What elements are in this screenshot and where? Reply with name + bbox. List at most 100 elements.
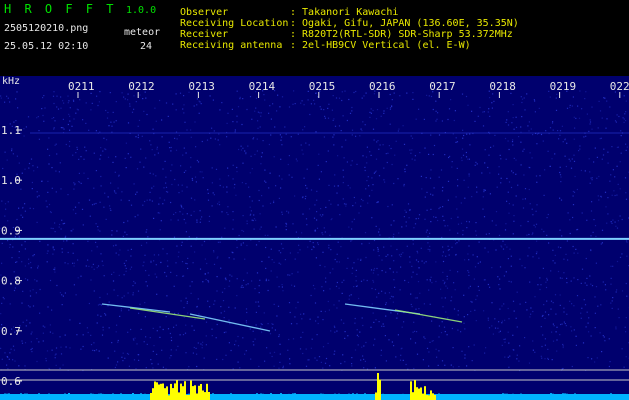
activity-bar: [402, 393, 404, 400]
noise-speck: [520, 164, 522, 166]
noise-speck: [7, 368, 9, 370]
noise-speck: [433, 187, 435, 189]
noise-speck: [432, 194, 434, 196]
noise-speck: [614, 120, 617, 122]
activity-bar: [328, 394, 330, 400]
noise-speck: [196, 221, 198, 223]
noise-speck: [185, 324, 187, 326]
noise-speck: [259, 279, 261, 281]
noise-speck: [573, 329, 575, 331]
noise-speck: [183, 171, 185, 173]
noise-speck: [271, 327, 273, 329]
activity-bar: [512, 393, 514, 400]
noise-speck: [421, 260, 423, 262]
noise-speck: [62, 100, 64, 102]
noise-speck: [529, 152, 531, 154]
activity-bar: [26, 393, 28, 400]
noise-speck: [559, 197, 561, 199]
noise-speck: [438, 350, 440, 352]
noise-speck: [165, 316, 167, 318]
noise-speck: [183, 95, 185, 97]
noise-speck: [579, 90, 581, 92]
noise-speck: [612, 169, 614, 171]
noise-speck: [31, 351, 33, 353]
activity-bar: [116, 395, 118, 400]
noise-speck: [143, 110, 145, 112]
noise-speck: [574, 127, 576, 129]
noise-speck: [438, 207, 440, 210]
noise-speck: [213, 263, 216, 265]
noise-speck: [444, 297, 446, 299]
noise-speck: [259, 126, 261, 128]
noise-speck: [451, 327, 453, 330]
noise-speck: [56, 106, 58, 108]
noise-speck: [76, 148, 78, 150]
noise-speck: [52, 253, 54, 255]
noise-speck: [150, 359, 152, 361]
activity-bar: [488, 394, 490, 400]
noise-speck: [8, 358, 10, 360]
noise-speck: [55, 364, 57, 366]
noise-speck: [190, 214, 192, 216]
noise-speck: [95, 170, 97, 172]
noise-speck: [258, 305, 260, 307]
noise-speck: [207, 300, 209, 302]
noise-speck: [573, 154, 575, 156]
noise-speck: [535, 223, 538, 225]
noise-speck: [372, 279, 374, 282]
noise-speck: [63, 222, 66, 224]
noise-speck: [255, 97, 258, 99]
noise-speck: [112, 280, 115, 282]
noise-speck: [252, 341, 254, 343]
noise-speck: [373, 267, 376, 270]
noise-speck: [332, 136, 334, 138]
noise-speck: [590, 210, 593, 212]
noise-speck: [361, 130, 363, 132]
noise-speck: [359, 135, 361, 137]
noise-speck: [395, 356, 397, 358]
noise-speck: [538, 257, 540, 259]
noise-speck: [266, 347, 268, 349]
noise-speck: [499, 266, 502, 268]
noise-speck: [572, 245, 574, 248]
noise-speck: [69, 319, 71, 321]
noise-speck: [251, 200, 253, 202]
noise-speck: [571, 158, 573, 160]
noise-speck: [102, 264, 104, 267]
noise-speck: [59, 223, 61, 226]
noise-speck: [196, 159, 198, 162]
noise-speck: [68, 145, 71, 147]
noise-speck: [127, 331, 129, 333]
noise-speck: [370, 154, 372, 156]
noise-speck: [75, 294, 77, 296]
activity-bar: [96, 394, 98, 400]
noise-speck: [72, 262, 74, 264]
noise-speck: [392, 301, 394, 303]
noise-speck: [559, 171, 561, 174]
noise-speck: [91, 204, 94, 206]
noise-speck: [322, 367, 324, 369]
noise-speck: [16, 218, 18, 221]
noise-speck: [484, 352, 486, 354]
noise-speck: [241, 182, 243, 184]
noise-speck: [0, 95, 2, 97]
noise-speck: [507, 111, 509, 113]
noise-speck: [190, 245, 192, 247]
noise-speck: [289, 358, 291, 360]
noise-speck: [588, 158, 590, 160]
noise-speck: [1, 262, 3, 264]
noise-speck: [474, 266, 477, 268]
noise-speck: [501, 344, 503, 346]
noise-speck: [281, 178, 283, 180]
noise-speck: [467, 270, 469, 272]
noise-speck: [273, 156, 275, 158]
noise-speck: [348, 298, 350, 300]
noise-speck: [504, 244, 506, 246]
observer-label: Observer: [180, 7, 229, 18]
noise-speck: [591, 179, 593, 181]
noise-speck: [200, 103, 202, 105]
noise-speck: [615, 326, 617, 328]
noise-speck: [431, 340, 433, 342]
noise-speck: [454, 289, 456, 291]
noise-speck: [149, 140, 151, 142]
